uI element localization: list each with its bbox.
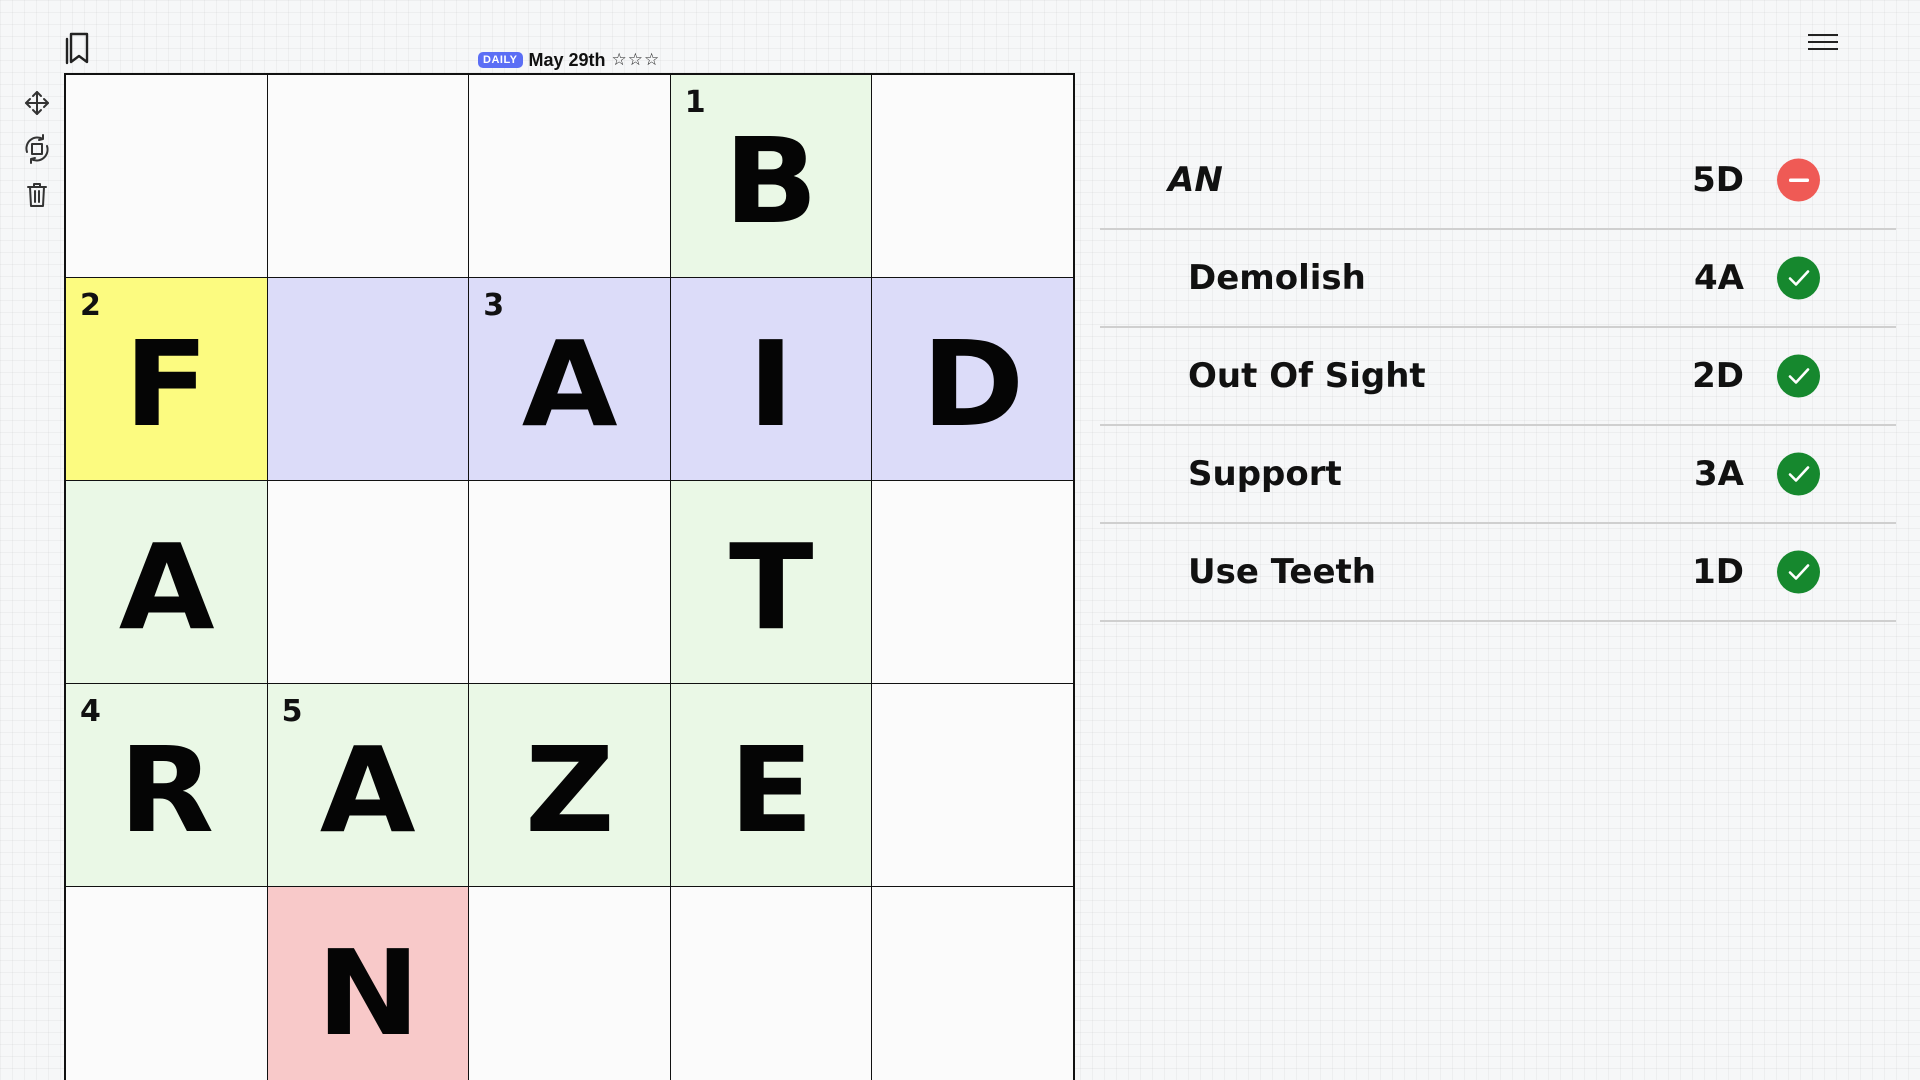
grid-cell[interactable]: [469, 887, 670, 1080]
cell-letter: N: [316, 924, 420, 1062]
cell-letter: I: [748, 315, 795, 453]
grid-cell[interactable]: 1 B: [670, 75, 872, 277]
grid-cell[interactable]: [872, 684, 1073, 886]
incorrect-icon: [1777, 158, 1820, 202]
check-icon: [1777, 256, 1820, 300]
cell-letter: Z: [524, 721, 615, 859]
grid-cell[interactable]: [872, 481, 1073, 683]
grid-cell[interactable]: 3 A: [469, 278, 670, 480]
move-icon: [25, 91, 49, 115]
grid-cell[interactable]: [66, 75, 267, 277]
check-icon: [1777, 550, 1820, 594]
check-icon: [1777, 452, 1820, 496]
grid-cell[interactable]: [267, 481, 469, 683]
daily-badge: DAILY: [478, 52, 523, 68]
cell-letter: D: [921, 315, 1025, 453]
bookmark-button[interactable]: [63, 30, 95, 66]
cell-letter: R: [118, 721, 215, 859]
grid-cell[interactable]: D: [872, 278, 1073, 480]
cell-letter: A: [118, 518, 215, 656]
grid-cell[interactable]: [872, 887, 1073, 1080]
grid-cell[interactable]: [872, 75, 1073, 277]
cell-letter: T: [728, 518, 814, 656]
bookmark-icon: [65, 32, 89, 65]
grid-cell[interactable]: [66, 887, 267, 1080]
grid-cell[interactable]: A: [66, 481, 267, 683]
clue-row-current[interactable]: AN 5D: [1100, 132, 1896, 230]
clue-row[interactable]: Use Teeth 1D: [1100, 524, 1896, 622]
cell-letter: E: [728, 721, 814, 859]
clue-text: Demolish: [1188, 258, 1366, 298]
clue-row[interactable]: Support 3A: [1100, 426, 1896, 524]
clue-text: Use Teeth: [1188, 552, 1376, 592]
cell-letter: A: [521, 315, 618, 453]
move-button[interactable]: [20, 86, 54, 120]
puzzle-date: May 29th: [528, 49, 606, 70]
grid-cell-selected[interactable]: 2 F: [66, 278, 267, 480]
grid-cell[interactable]: [670, 887, 872, 1080]
difficulty-stars: ☆☆☆: [611, 50, 661, 69]
menu-icon: [1808, 34, 1838, 36]
trash-icon: [27, 183, 47, 207]
cell-number: 2: [80, 288, 101, 323]
cell-letter: B: [723, 112, 819, 250]
left-toolbar: [20, 86, 54, 212]
rotate-button[interactable]: [20, 132, 54, 166]
grid-cell[interactable]: I: [670, 278, 872, 480]
clue-code: 3A: [1694, 454, 1744, 494]
menu-button[interactable]: [1808, 30, 1838, 54]
clue-text: Support: [1188, 454, 1342, 494]
puzzle-header: DAILY May 29th ☆☆☆: [478, 49, 660, 71]
cell-letter: F: [123, 315, 209, 453]
crossword-grid: 1 B 2 F 3 A I D A T 4 R 5 A Z E N: [64, 73, 1075, 1080]
clue-code: 5D: [1692, 160, 1744, 200]
rotate-icon: [25, 134, 49, 164]
clue-code: 2D: [1692, 356, 1744, 396]
grid-cell[interactable]: [469, 481, 670, 683]
clue-code: 4A: [1694, 258, 1744, 298]
clue-list: AN 5D Demolish 4A Out Of Sight 2D Suppor…: [1100, 132, 1896, 622]
grid-cell[interactable]: 4 R: [66, 684, 267, 886]
cell-number: 4: [80, 694, 101, 729]
clue-text: AN: [1168, 160, 1223, 200]
grid-cell[interactable]: N: [267, 887, 469, 1080]
cell-letter: A: [319, 721, 416, 859]
grid-cell[interactable]: T: [670, 481, 872, 683]
clue-row[interactable]: Demolish 4A: [1100, 230, 1896, 328]
clue-code: 1D: [1692, 552, 1744, 592]
grid-cell[interactable]: [267, 75, 469, 277]
cell-number: 5: [281, 694, 303, 729]
grid-cell[interactable]: Z: [469, 684, 670, 886]
grid-cell[interactable]: E: [670, 684, 872, 886]
clue-text: Out Of Sight: [1188, 356, 1426, 396]
delete-button[interactable]: [20, 178, 54, 212]
cell-number: 3: [483, 288, 505, 323]
clue-row[interactable]: Out Of Sight 2D: [1100, 328, 1896, 426]
cell-number: 1: [684, 85, 706, 120]
grid-cell[interactable]: [267, 278, 469, 480]
grid-cell[interactable]: 5 A: [267, 684, 469, 886]
grid-cell[interactable]: [469, 75, 670, 277]
check-icon: [1777, 354, 1820, 398]
